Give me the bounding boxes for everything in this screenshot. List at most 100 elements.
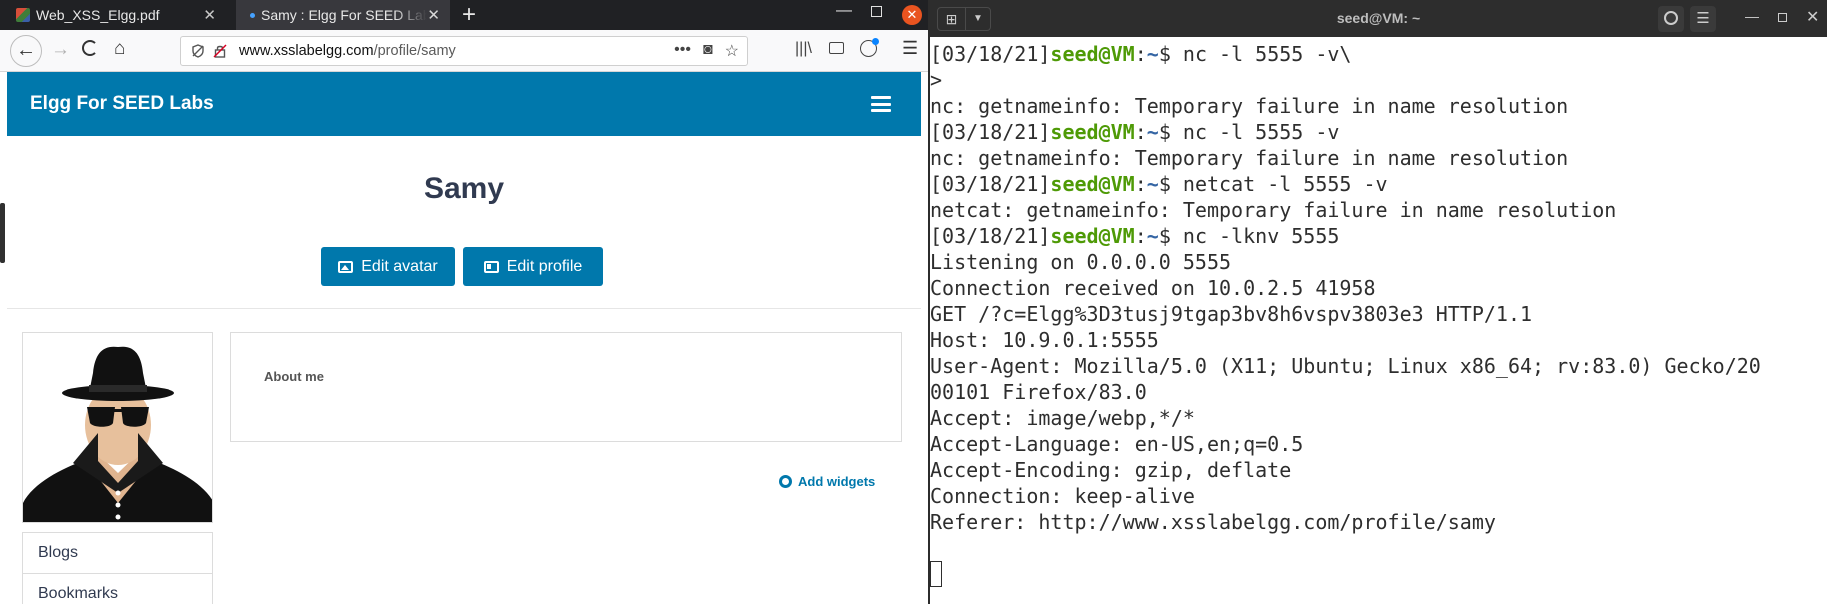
edit-avatar-button[interactable]: Edit avatar — [321, 247, 455, 286]
url-path: /profile/samy — [373, 43, 456, 59]
search-icon[interactable] — [1658, 6, 1684, 32]
prompt-date: [03/18/21] — [930, 224, 1051, 248]
command-text: nc -lknv 5555 — [1170, 224, 1340, 248]
account-icon[interactable] — [860, 38, 879, 57]
divider — [7, 308, 921, 309]
add-widgets-link[interactable]: Add widgets — [779, 474, 875, 489]
prompt-user: seed@VM — [1050, 42, 1135, 66]
edit-profile-button[interactable]: Edit profile — [463, 247, 603, 286]
output-line: Connection: keep-alive — [930, 484, 1195, 508]
prompt-user: seed@VM — [1050, 172, 1135, 196]
new-tab-button[interactable]: + — [462, 1, 476, 29]
library-icon[interactable]: |||\ — [795, 40, 812, 58]
tab-web-xss-pdf[interactable]: Web_XSS_Elgg.pdf ✕ — [0, 0, 228, 30]
tab-title: Web_XSS_Elgg.pdf — [36, 7, 160, 23]
output-line: > — [930, 68, 943, 92]
url-host: www.xsslabelgg.com — [239, 43, 374, 59]
prompt-line: [03/18/21]seed@VM:~$ nc -l 5555 -v — [930, 119, 1827, 145]
window-close-icon[interactable]: ✕ — [902, 5, 922, 25]
pdf-file-icon — [16, 8, 30, 22]
output-line: User-Agent: Mozilla/5.0 (X11; Ubuntu; Li… — [930, 354, 1761, 378]
prompt-path: ~ — [1146, 172, 1159, 196]
page-actions: ••• ◙ ☆ — [674, 41, 739, 61]
site-header: Elgg For SEED Labs — [7, 72, 921, 136]
desktop-edge — [0, 203, 5, 263]
url-text: www.xsslabelgg.com/profile/samy — [239, 43, 456, 59]
prompt-line: [03/18/21]seed@VM:~$ netcat -l 5555 -v — [930, 171, 1827, 197]
terminal-window: ⊞ ▼ seed@VM: ~ ☰ — ✕ [03/18/21]seed@VM:~… — [930, 0, 1827, 604]
site-name-link[interactable]: Elgg For SEED Labs — [30, 93, 214, 115]
tab-samy-profile[interactable]: Samy : Elgg For SEED Labs ✕ — [236, 0, 450, 30]
insecure-lock-icon[interactable] — [213, 44, 227, 58]
prompt-symbol: $ — [1158, 224, 1171, 248]
output-line: nc: getnameinfo: Temporary failure in na… — [930, 146, 1569, 170]
prompt-separator: : — [1134, 172, 1147, 196]
image-icon — [338, 260, 354, 273]
output-line: Host: 10.9.0.1:5555 — [930, 328, 1159, 352]
prompt-path: ~ — [1146, 120, 1159, 144]
firefox-menu-icon[interactable]: ☰ — [902, 38, 918, 59]
command-text: nc -l 5555 -v\ — [1170, 42, 1352, 66]
prompt-user: seed@VM — [1050, 224, 1135, 248]
prompt-user: seed@VM — [1050, 120, 1135, 144]
profile-name: Samy — [423, 172, 505, 205]
terminal-output[interactable]: [03/18/21]seed@VM:~$ nc -l 5555 -v\ > nc: … — [930, 37, 1827, 604]
prompt-symbol: $ — [1158, 172, 1171, 196]
command-text: nc -l 5555 -v — [1170, 120, 1340, 144]
close-tab-icon[interactable]: ✕ — [427, 6, 440, 24]
output-line: 00101 Firefox/83.0 — [930, 380, 1147, 404]
tracking-shield-icon[interactable] — [191, 44, 205, 58]
reload-icon[interactable] — [82, 40, 98, 56]
output-line: Referer: http://www.xsslabelgg.com/profi… — [930, 510, 1496, 534]
edit-profile-label: Edit profile — [506, 257, 583, 275]
sidebar-toggle-icon[interactable] — [829, 42, 844, 54]
command-text: netcat -l 5555 -v — [1170, 172, 1388, 196]
maximize-icon[interactable] — [1778, 13, 1787, 22]
url-bar[interactable]: www.xsslabelgg.com/profile/samy ••• ◙ ☆ — [180, 36, 748, 66]
terminal-menu-icon[interactable]: ☰ — [1690, 6, 1716, 32]
pocket-icon[interactable]: ◙ — [703, 41, 713, 61]
home-icon[interactable]: ⌂ — [114, 39, 125, 59]
prompt-separator: : — [1134, 120, 1147, 144]
cursor-line — [930, 561, 1827, 587]
gear-icon — [779, 475, 792, 488]
tab-strip: Web_XSS_Elgg.pdf ✕ Samy : Elgg For SEED … — [0, 0, 928, 30]
close-tab-icon[interactable]: ✕ — [203, 6, 216, 24]
prompt-path: ~ — [1146, 42, 1159, 66]
maximize-icon[interactable] — [871, 6, 882, 17]
prompt-path: ~ — [1146, 224, 1159, 248]
loading-dot-icon — [250, 12, 255, 18]
id-card-icon — [483, 260, 499, 273]
output-line: Accept: image/webp,*/* — [930, 406, 1195, 430]
owner-menu-item-blogs[interactable]: Blogs — [23, 533, 212, 574]
back-button[interactable]: ← — [10, 35, 42, 67]
output-line: GET /?c=Elgg%3D3tusj9tgap3bv8h6vspv3803e… — [930, 302, 1533, 326]
minimize-icon[interactable]: — — [1745, 8, 1759, 24]
close-icon[interactable]: ✕ — [1806, 7, 1819, 27]
prompt-symbol: $ — [1158, 120, 1171, 144]
prompt-separator: : — [1134, 42, 1147, 66]
avatar[interactable] — [22, 332, 213, 523]
owner-block-menu: Blogs Bookmarks — [22, 532, 213, 604]
owner-menu-item-bookmarks[interactable]: Bookmarks — [23, 574, 212, 604]
prompt-line: [03/18/21]seed@VM:~$ nc -l 5555 -v\ — [930, 41, 1827, 67]
output-line: netcat: getnameinfo: Temporary failure i… — [930, 198, 1617, 222]
output-line: Connection received on 10.0.2.5 41958 — [930, 276, 1376, 300]
hamburger-menu-icon[interactable] — [871, 96, 891, 112]
prompt-date: [03/18/21] — [930, 120, 1051, 144]
forward-button[interactable]: → — [51, 40, 70, 60]
about-me-widget: About me — [230, 332, 902, 442]
page-actions-menu-icon[interactable]: ••• — [674, 41, 691, 61]
prompt-line: [03/18/21]seed@VM:~$ nc -lknv 5555 — [930, 223, 1827, 249]
minimize-icon[interactable]: — — [836, 2, 852, 20]
edit-avatar-label: Edit avatar — [361, 257, 438, 275]
prompt-separator: : — [1134, 224, 1147, 248]
output-line: Accept-Encoding: gzip, deflate — [930, 458, 1292, 482]
terminal-titlebar: ⊞ ▼ seed@VM: ~ ☰ — ✕ — [930, 0, 1827, 37]
output-line: Listening on 0.0.0.0 5555 — [930, 250, 1232, 274]
bookmark-star-icon[interactable]: ☆ — [725, 41, 739, 61]
about-me-label: About me — [264, 369, 324, 384]
firefox-window: Web_XSS_Elgg.pdf ✕ Samy : Elgg For SEED … — [0, 0, 928, 604]
navigation-toolbar: ← → ⌂ www.xsslabelgg.com/profile/samy ••… — [0, 30, 928, 72]
prompt-symbol: $ — [1158, 42, 1171, 66]
